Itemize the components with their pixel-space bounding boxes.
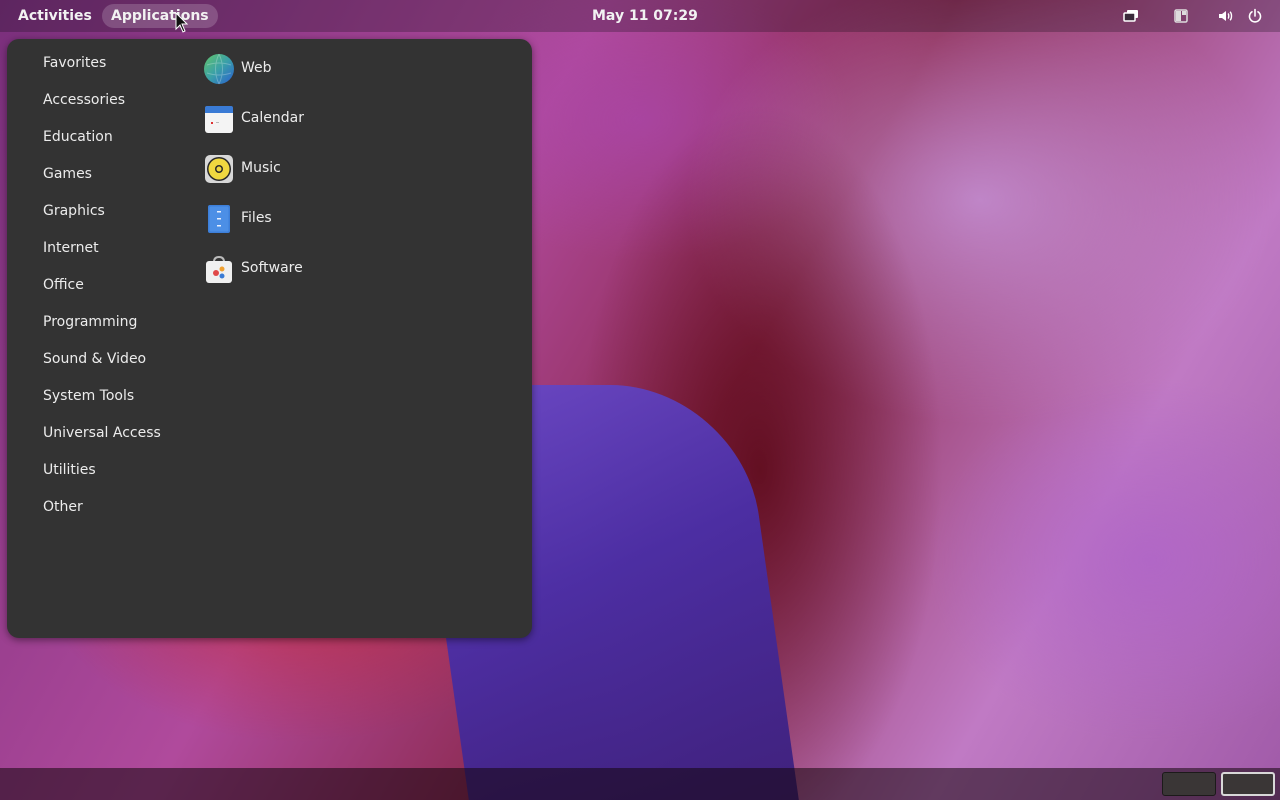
bottom-panel (0, 768, 1280, 800)
app-files-label: Files (241, 210, 272, 226)
category-favorites[interactable]: Favorites (43, 52, 106, 74)
activities-button[interactable]: Activities (9, 4, 101, 28)
app-music-label: Music (241, 160, 281, 176)
app-software[interactable]: Software (203, 253, 363, 287)
category-system-tools[interactable]: System Tools (43, 385, 134, 407)
category-utilities[interactable]: Utilities (43, 459, 96, 481)
applications-menu-button[interactable]: Applications (102, 4, 218, 28)
power-icon[interactable] (1247, 8, 1263, 24)
category-programming[interactable]: Programming (43, 311, 137, 333)
category-accessories[interactable]: Accessories (43, 89, 125, 111)
workspace-1-button[interactable] (1162, 772, 1216, 796)
clock[interactable]: May 11 07:29 (583, 4, 707, 28)
files-icon (208, 205, 230, 233)
software-icon (206, 255, 232, 283)
applications-menu: Favorites Accessories Education Games Gr… (7, 39, 532, 638)
top-bar: Activities Applications May 11 07:29 (0, 0, 1280, 32)
app-software-label: Software (241, 260, 303, 276)
app-web-label: Web (241, 60, 272, 76)
app-web[interactable]: Web (203, 53, 363, 87)
category-internet[interactable]: Internet (43, 237, 99, 259)
app-music[interactable]: Music (203, 153, 363, 187)
category-education[interactable]: Education (43, 126, 113, 148)
app-files[interactable]: Files (203, 203, 363, 237)
app-calendar-label: Calendar (241, 110, 304, 126)
mouse-cursor-icon (175, 12, 189, 33)
category-games[interactable]: Games (43, 163, 92, 185)
category-graphics[interactable]: Graphics (43, 200, 105, 222)
volume-icon[interactable] (1218, 8, 1234, 24)
category-universal-access[interactable]: Universal Access (43, 422, 161, 444)
web-browser-icon (204, 53, 234, 85)
app-calendar[interactable]: Calendar (203, 103, 363, 137)
category-office[interactable]: Office (43, 274, 84, 296)
calendar-icon (205, 106, 233, 133)
window-layout-icon[interactable] (1173, 8, 1189, 24)
category-sound-video[interactable]: Sound & Video (43, 348, 146, 370)
workspace-2-button[interactable] (1221, 772, 1275, 796)
display-icon[interactable] (1123, 8, 1139, 24)
category-other[interactable]: Other (43, 496, 83, 518)
music-icon (205, 155, 233, 183)
